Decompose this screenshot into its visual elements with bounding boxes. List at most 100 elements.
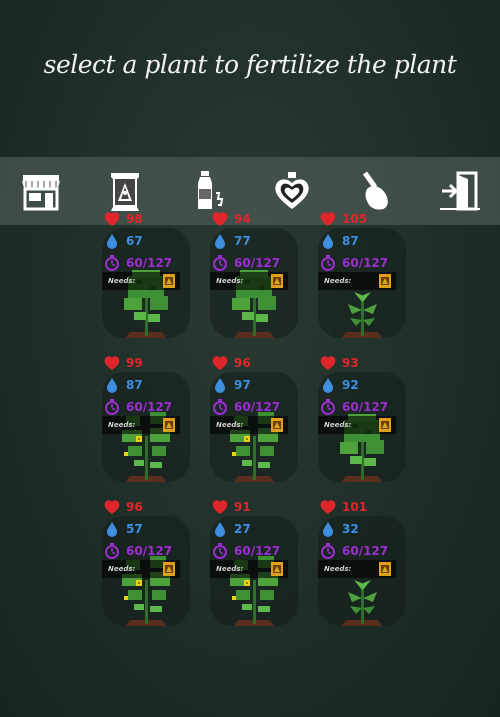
- needs-bar: Needs:: [210, 416, 288, 434]
- health-stat: 101: [320, 498, 367, 516]
- growth-timer-icon: [105, 255, 119, 271]
- growth-timer-icon: [321, 255, 335, 271]
- shovel-icon: [362, 171, 388, 210]
- water-stat: 77: [212, 232, 251, 250]
- heart-potion-icon: [275, 172, 309, 209]
- plant-card[interactable]: 96 97 60/127 Needs:: [210, 354, 320, 484]
- shop-button[interactable]: [17, 167, 65, 215]
- growth-stat: 60/127: [212, 542, 280, 560]
- needs-label: Needs:: [216, 277, 244, 285]
- needs-bar: Needs:: [318, 560, 396, 578]
- potion-button[interactable]: [268, 167, 316, 215]
- exit-button[interactable]: [436, 167, 484, 215]
- needs-bar: Needs:: [102, 560, 180, 578]
- health-stat: 96: [104, 498, 143, 516]
- water-stat: 27: [212, 520, 251, 538]
- fertilizer-need-icon: [163, 562, 175, 576]
- plant-card[interactable]: 99 87 60/127 Needs:: [102, 354, 212, 484]
- water-stat: 32: [320, 520, 359, 538]
- needs-bar: Needs:: [210, 560, 288, 578]
- growth-timer-icon: [105, 543, 119, 559]
- fertilizer-need-icon: [379, 418, 391, 432]
- needs-label: Needs:: [108, 565, 136, 573]
- growth-value: 60/127: [342, 544, 389, 558]
- growth-stat: 60/127: [320, 398, 388, 416]
- growth-value: 60/127: [342, 256, 389, 270]
- growth-stat: 60/127: [212, 398, 280, 416]
- water-drop-icon: [107, 378, 117, 393]
- growth-timer-icon: [321, 399, 335, 415]
- water-stat: 92: [320, 376, 359, 394]
- shovel-button[interactable]: [353, 167, 401, 215]
- health-stat: 98: [104, 210, 143, 228]
- growth-timer-icon: [213, 543, 227, 559]
- health-value: 101: [342, 500, 368, 514]
- needs-bar: Needs:: [102, 272, 180, 290]
- fertilizer-bag-icon: [111, 173, 139, 211]
- plant-card[interactable]: 98 67 60/127 Needs:: [102, 210, 212, 340]
- needs-label: Needs:: [324, 565, 352, 573]
- growth-stat: 60/127: [212, 254, 280, 272]
- plant-card[interactable]: 101 32 60/127 Needs:: [318, 498, 428, 628]
- water-drop-icon: [107, 522, 117, 537]
- needs-bar: Needs:: [210, 272, 288, 290]
- fertilizer-need-icon: [271, 562, 283, 576]
- growth-timer-icon: [213, 399, 227, 415]
- growth-timer-icon: [105, 399, 119, 415]
- plant-card[interactable]: 93 92 60/127 Needs:: [318, 354, 428, 484]
- water-drop-icon: [107, 234, 117, 249]
- health-value: 105: [342, 212, 368, 226]
- growth-value: 60/127: [234, 544, 281, 558]
- plant-card[interactable]: 91 27 60/127 Needs:: [210, 498, 320, 628]
- growth-value: 60/127: [342, 400, 389, 414]
- needs-label: Needs:: [324, 421, 352, 429]
- health-value: 94: [234, 212, 251, 226]
- health-value: 96: [234, 356, 251, 370]
- needs-label: Needs:: [216, 421, 244, 429]
- water-drop-icon: [323, 234, 333, 249]
- heart-icon: [104, 212, 120, 226]
- water-button[interactable]: [183, 167, 231, 215]
- heart-icon: [212, 356, 228, 370]
- water-value: 67: [126, 234, 143, 248]
- water-stat: 67: [104, 232, 143, 250]
- health-stat: 91: [212, 498, 251, 516]
- fertilizer-need-icon: [163, 274, 175, 288]
- water-value: 32: [342, 522, 359, 536]
- growth-stat: 60/127: [104, 254, 172, 272]
- needs-label: Needs:: [324, 277, 352, 285]
- exit-door-icon: [440, 171, 480, 211]
- water-value: 87: [126, 378, 143, 392]
- plant-card[interactable]: 96 57 60/127 Needs:: [102, 498, 212, 628]
- needs-label: Needs:: [108, 421, 136, 429]
- fertilizer-button[interactable]: [101, 167, 149, 215]
- plant-card[interactable]: 105 87 60/127 Needs:: [318, 210, 428, 340]
- water-value: 92: [342, 378, 359, 392]
- growth-value: 60/127: [234, 400, 281, 414]
- water-value: 97: [234, 378, 251, 392]
- water-drop-icon: [215, 234, 225, 249]
- health-value: 96: [126, 500, 143, 514]
- needs-bar: Needs:: [318, 416, 396, 434]
- heart-icon: [104, 356, 120, 370]
- water-drop-icon: [215, 522, 225, 537]
- fertilizer-need-icon: [271, 418, 283, 432]
- water-drop-icon: [323, 378, 333, 393]
- heart-icon: [320, 500, 336, 514]
- heart-icon: [320, 212, 336, 226]
- water-value: 87: [342, 234, 359, 248]
- water-bottle-icon: [198, 171, 224, 209]
- heart-icon: [212, 212, 228, 226]
- water-value: 77: [234, 234, 251, 248]
- needs-bar: Needs:: [318, 272, 396, 290]
- needs-label: Needs:: [108, 277, 136, 285]
- plant-card[interactable]: 94 77 60/127 Needs:: [210, 210, 320, 340]
- fertilizer-need-icon: [379, 274, 391, 288]
- growth-value: 60/127: [234, 256, 281, 270]
- health-value: 91: [234, 500, 251, 514]
- fertilizer-need-icon: [163, 418, 175, 432]
- health-stat: 105: [320, 210, 367, 228]
- health-stat: 96: [212, 354, 251, 372]
- growth-stat: 60/127: [104, 542, 172, 560]
- health-value: 98: [126, 212, 143, 226]
